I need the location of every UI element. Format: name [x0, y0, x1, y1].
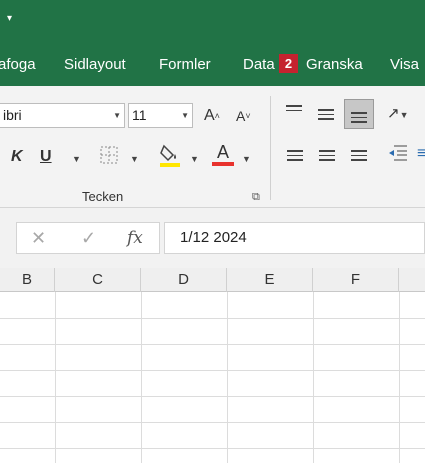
- tab-infoga[interactable]: afoga: [0, 56, 36, 74]
- increase-font-size-button[interactable]: A˄: [204, 106, 220, 126]
- decrease-indent-button[interactable]: [388, 144, 408, 168]
- italic-button[interactable]: K: [11, 147, 23, 167]
- decrease-indent-icon: [389, 145, 407, 161]
- font-size-box[interactable]: 11 ▼: [128, 103, 193, 128]
- group-separator: [270, 96, 271, 200]
- formula-input[interactable]: 1/12 2024: [164, 222, 425, 254]
- column-header-g[interactable]: [399, 268, 425, 292]
- grid-row-line: [0, 396, 425, 397]
- align-center-icon[interactable]: [319, 150, 335, 164]
- align-middle-icon[interactable]: [318, 109, 334, 123]
- align-right-icon[interactable]: [351, 150, 367, 164]
- underline-button[interactable]: U: [40, 147, 52, 167]
- font-group-label: Tecken: [82, 189, 124, 204]
- quick-access-dropdown-icon[interactable]: ▾: [7, 14, 12, 24]
- font-color-button[interactable]: A: [212, 142, 234, 166]
- column-header-c[interactable]: C: [55, 268, 141, 292]
- keytip-badge: 2: [279, 54, 298, 73]
- formula-buttons: ✕ ✓ fx: [16, 222, 160, 254]
- font-color-icon: A: [216, 142, 229, 162]
- font-dialog-launcher-icon[interactable]: ⧉: [252, 191, 260, 204]
- insert-function-button[interactable]: fx: [127, 228, 143, 248]
- align-bottom-button[interactable]: [344, 99, 374, 129]
- font-name-dropdown-icon[interactable]: ▼: [113, 104, 121, 127]
- fill-color-dropdown-icon[interactable]: ▼: [190, 149, 199, 169]
- grid-row-line: [0, 370, 425, 371]
- borders-button[interactable]: [100, 146, 118, 170]
- tab-granska[interactable]: Granska: [306, 56, 363, 74]
- increase-font-icon: A: [204, 107, 215, 124]
- font-color-dropdown-icon[interactable]: ▼: [242, 149, 251, 169]
- font-color-swatch: [212, 162, 234, 166]
- borders-icon: [100, 146, 118, 164]
- font-size-value: 11: [132, 107, 147, 123]
- font-name-box[interactable]: ibri ▼: [0, 103, 125, 128]
- title-bar: ▾: [0, 0, 425, 44]
- underline-dropdown-icon[interactable]: ▼: [72, 149, 81, 169]
- tab-data[interactable]: Data: [243, 56, 275, 74]
- orientation-icon: ↗: [387, 105, 400, 122]
- tab-formler[interactable]: Formler: [159, 56, 211, 74]
- column-header-b[interactable]: B: [0, 268, 55, 292]
- increase-indent-icon: ≡: [417, 145, 425, 162]
- paint-bucket-icon: [160, 144, 180, 167]
- formula-bar-area: ✕ ✓ fx 1/12 2024: [0, 208, 425, 268]
- orientation-button[interactable]: ↗▼: [387, 104, 409, 125]
- enter-icon[interactable]: ✓: [81, 228, 96, 249]
- grid-row-line: [0, 448, 425, 449]
- font-size-dropdown-icon[interactable]: ▼: [181, 104, 189, 127]
- grid-row-line: [0, 344, 425, 345]
- fill-color-button[interactable]: [159, 142, 181, 174]
- borders-dropdown-icon[interactable]: ▼: [130, 149, 139, 169]
- ribbon: ibri ▼ 11 ▼ A˄ A˅ K U ▼ ▼ ▼ A ▼ Tecken ⧉…: [0, 86, 425, 208]
- tab-visa[interactable]: Visa: [390, 56, 419, 74]
- column-header-d[interactable]: D: [141, 268, 227, 292]
- align-left-icon[interactable]: [287, 150, 303, 164]
- increase-indent-button[interactable]: ≡: [417, 144, 425, 164]
- column-header-e[interactable]: E: [227, 268, 313, 292]
- font-name-value: ibri: [3, 107, 22, 123]
- column-header-f[interactable]: F: [313, 268, 399, 292]
- cell-grid[interactable]: [0, 292, 425, 463]
- cancel-icon[interactable]: ✕: [31, 228, 46, 249]
- tab-sidlayout[interactable]: Sidlayout: [64, 56, 126, 74]
- grid-row-line: [0, 422, 425, 423]
- decrease-font-size-button[interactable]: A˅: [236, 106, 251, 126]
- ribbon-tab-bar: afoga Sidlayout Formler Data 2 Granska V…: [0, 44, 425, 86]
- align-bottom-icon: [351, 112, 367, 126]
- align-top-icon[interactable]: [286, 105, 302, 114]
- column-headers: B C D E F: [0, 268, 425, 292]
- decrease-font-icon: A: [236, 108, 246, 124]
- grid-row-line: [0, 318, 425, 319]
